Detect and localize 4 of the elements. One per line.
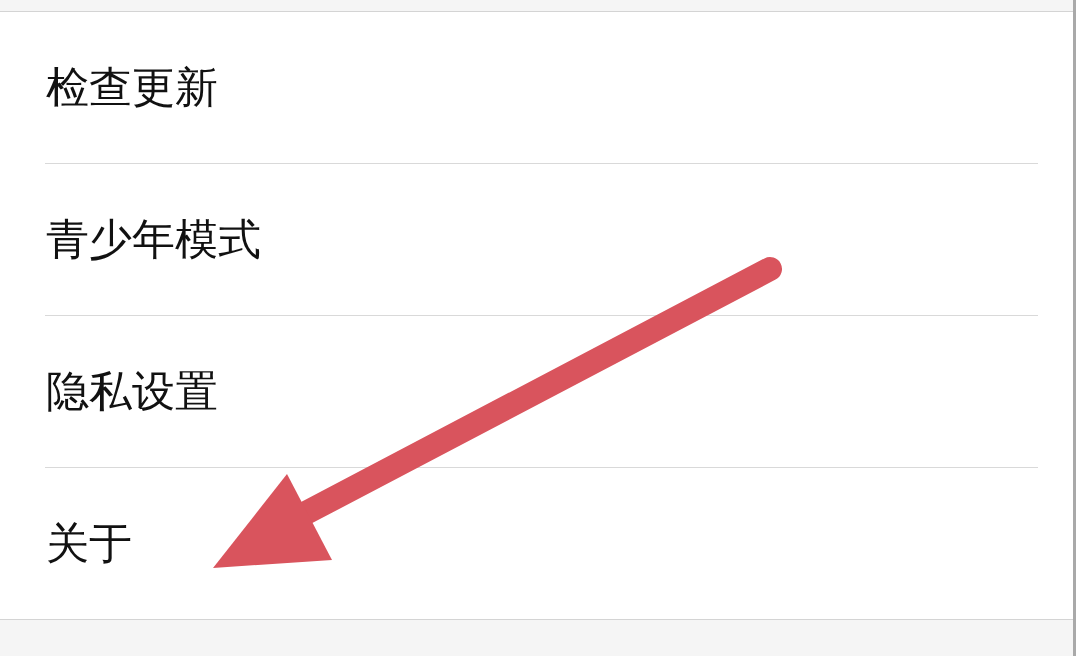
settings-item[interactable]: 关于 xyxy=(0,468,1073,619)
settings-item[interactable]: 检查更新 xyxy=(0,12,1073,163)
settings-item[interactable]: 隐私设置 xyxy=(0,316,1073,467)
settings-item[interactable]: 青少年模式 xyxy=(0,164,1073,315)
